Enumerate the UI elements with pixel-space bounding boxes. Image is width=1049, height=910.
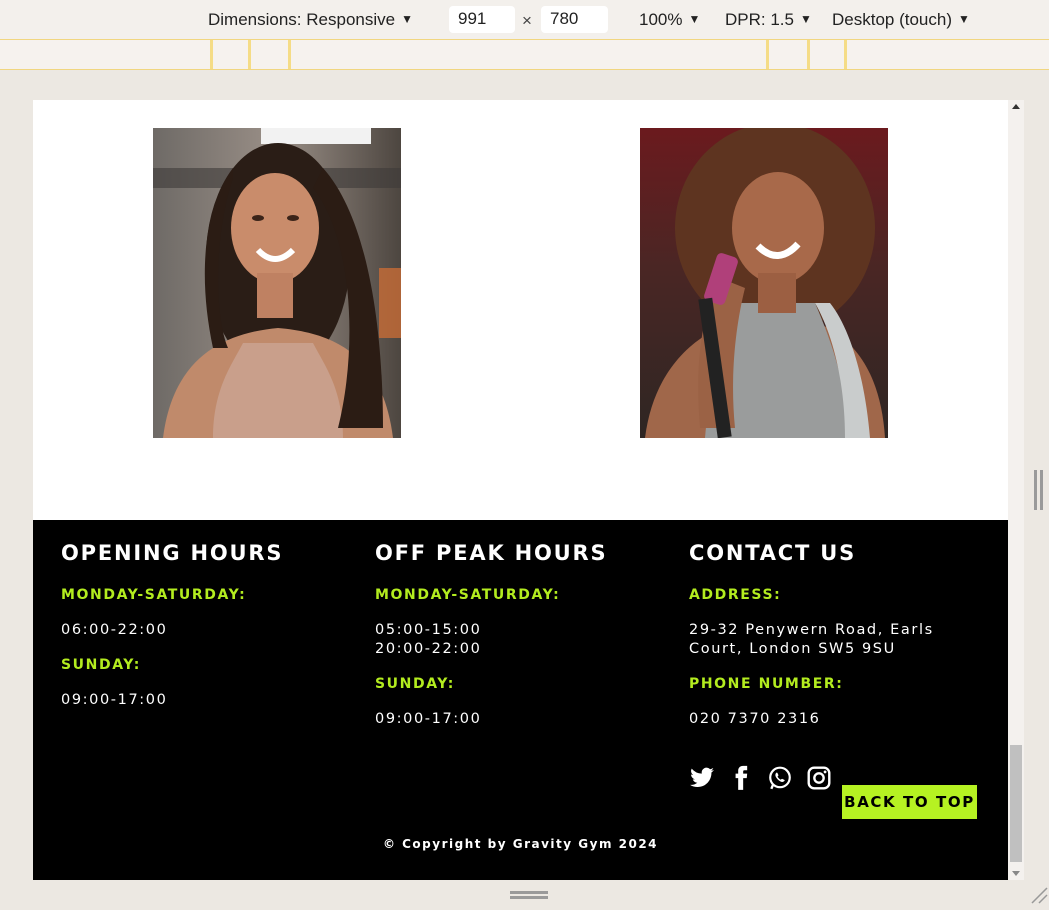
caret-down-icon: ▼ bbox=[401, 12, 413, 26]
site-footer: OPENING HOURS MONDAY-SATURDAY: 06:00-22:… bbox=[33, 520, 1008, 880]
dimensions-label: Dimensions: Responsive bbox=[208, 10, 396, 29]
opening-hours-column: OPENING HOURS MONDAY-SATURDAY: 06:00-22:… bbox=[61, 540, 361, 726]
address-text: 29-32 Penywern Road, Earls Court, London… bbox=[689, 621, 989, 659]
contact-title: CONTACT US bbox=[689, 541, 857, 565]
off-peak-hours-2: 20:00-22:00 bbox=[375, 641, 482, 657]
trainer-photo-2-image bbox=[640, 128, 888, 438]
breakpoint-marker[interactable] bbox=[210, 40, 213, 69]
scroll-down-arrow-icon[interactable] bbox=[1012, 871, 1020, 876]
off-peak-title: OFF PEAK HOURS bbox=[375, 541, 608, 565]
times-symbol: × bbox=[522, 11, 532, 30]
breakpoint-marker[interactable] bbox=[766, 40, 769, 69]
dpr-dropdown[interactable]: DPR: 1.5 ▼ bbox=[725, 10, 812, 30]
corner-resize-handle-icon[interactable] bbox=[1030, 886, 1048, 904]
opening-weekday-label: MONDAY-SATURDAY: bbox=[61, 587, 247, 603]
width-input[interactable]: 991 bbox=[449, 6, 515, 33]
device-mode-label: Desktop (touch) bbox=[832, 10, 952, 29]
breakpoint-marker[interactable] bbox=[807, 40, 810, 69]
whatsapp-icon[interactable] bbox=[767, 765, 793, 791]
back-to-top-button[interactable]: BACK TO TOP bbox=[842, 785, 977, 819]
address-line-1: 29-32 Penywern Road, Earls bbox=[689, 622, 934, 638]
instagram-icon[interactable] bbox=[806, 765, 832, 791]
off-peak-weekday-hours: 05:00-15:00 20:00-22:00 bbox=[375, 621, 675, 659]
vertical-scrollbar[interactable] bbox=[1008, 100, 1024, 880]
caret-down-icon: ▼ bbox=[688, 12, 701, 26]
dpr-label: DPR: 1.5 bbox=[725, 10, 794, 29]
opening-weekday-hours: 06:00-22:00 bbox=[61, 622, 168, 638]
trainer-photo-2 bbox=[640, 128, 888, 438]
breakpoint-marker[interactable] bbox=[248, 40, 251, 69]
height-input[interactable]: 780 bbox=[541, 6, 608, 33]
bottom-resize-handle[interactable] bbox=[510, 891, 550, 901]
device-mode-dropdown[interactable]: Desktop (touch) ▼ bbox=[832, 10, 970, 30]
opening-sunday-label: SUNDAY: bbox=[61, 657, 142, 673]
address-label: ADDRESS: bbox=[689, 587, 782, 603]
caret-down-icon: ▼ bbox=[799, 12, 812, 26]
page-viewport: OPENING HOURS MONDAY-SATURDAY: 06:00-22:… bbox=[33, 100, 1008, 880]
dimensions-dropdown[interactable]: Dimensions: Responsive ▼ bbox=[208, 10, 413, 30]
phone-label: PHONE NUMBER: bbox=[689, 676, 844, 692]
breakpoint-marker[interactable] bbox=[844, 40, 847, 69]
copyright-text: © Copyright by Gravity Gym 2024 bbox=[382, 837, 659, 851]
devtools-toolbar: Dimensions: Responsive ▼ 991 × 780 100% ▼ … bbox=[0, 0, 1049, 40]
right-resize-handle[interactable] bbox=[1034, 470, 1044, 512]
opening-sunday-hours: 09:00-17:00 bbox=[61, 692, 168, 708]
breakpoint-marker[interactable] bbox=[288, 40, 291, 69]
zoom-dropdown[interactable]: 100% ▼ bbox=[639, 10, 700, 30]
zoom-label: 100% bbox=[639, 10, 683, 29]
scrollbar-thumb[interactable] bbox=[1010, 745, 1022, 862]
social-links bbox=[689, 765, 832, 791]
trainer-photo-1 bbox=[153, 128, 401, 438]
phone-number: 020 7370 2316 bbox=[689, 711, 821, 727]
address-line-2: Court, London SW5 9SU bbox=[689, 641, 896, 657]
off-peak-sunday-label: SUNDAY: bbox=[375, 676, 456, 692]
opening-hours-title: OPENING HOURS bbox=[61, 541, 284, 565]
media-query-bar[interactable] bbox=[0, 39, 1049, 70]
facebook-icon[interactable] bbox=[728, 765, 754, 791]
caret-down-icon: ▼ bbox=[958, 12, 970, 26]
contact-column: CONTACT US ADDRESS: 29-32 Penywern Road,… bbox=[689, 540, 989, 745]
off-peak-hours-1: 05:00-15:00 bbox=[375, 622, 482, 638]
twitter-icon[interactable] bbox=[689, 765, 715, 791]
trainer-photo-1-image bbox=[153, 128, 401, 438]
off-peak-column: OFF PEAK HOURS MONDAY-SATURDAY: 05:00-15… bbox=[375, 540, 675, 745]
scroll-up-arrow-icon[interactable] bbox=[1012, 104, 1020, 109]
off-peak-sunday-hours: 09:00-17:00 bbox=[375, 711, 482, 727]
off-peak-weekday-label: MONDAY-SATURDAY: bbox=[375, 587, 561, 603]
